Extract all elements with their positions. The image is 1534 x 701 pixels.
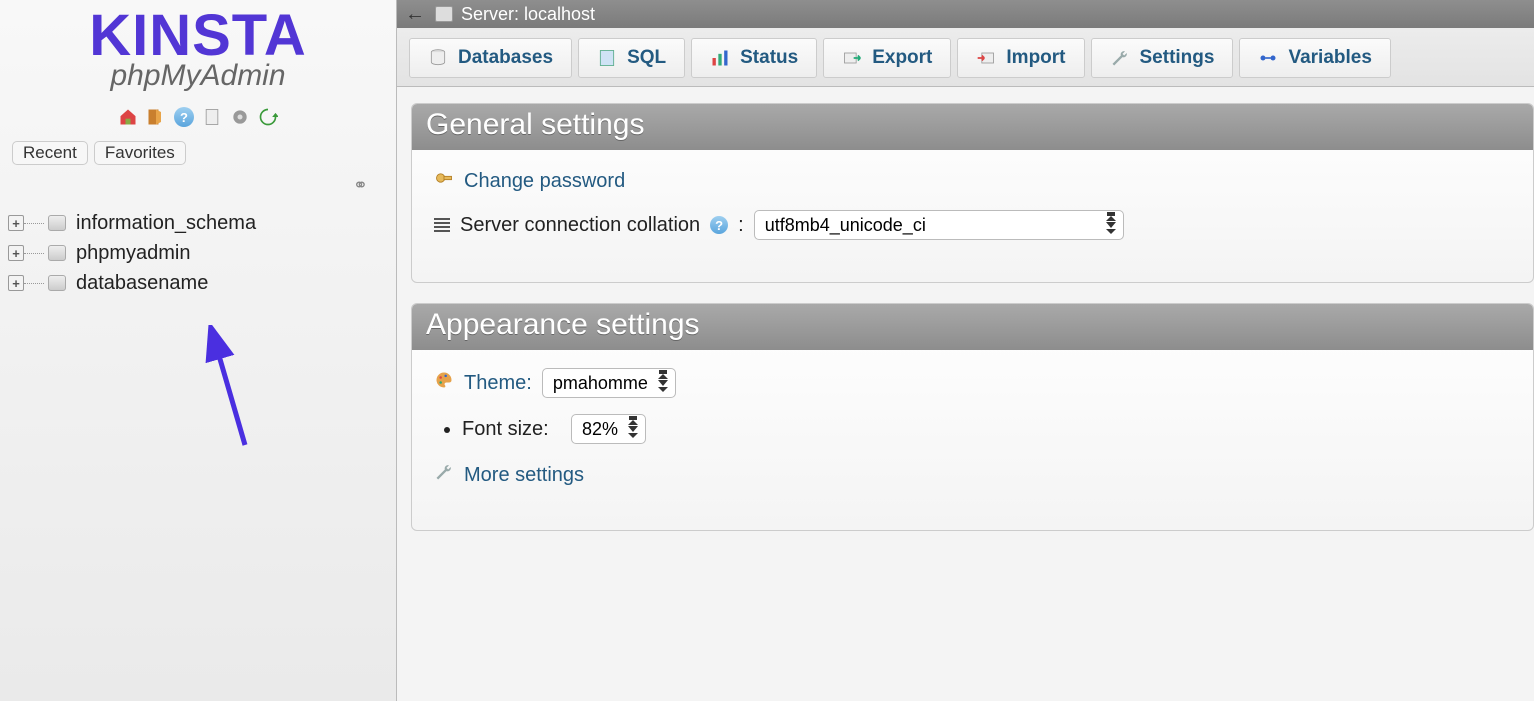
- expand-icon[interactable]: +: [8, 215, 24, 231]
- exit-icon[interactable]: [146, 107, 166, 127]
- database-icon: [48, 275, 66, 291]
- help-icon[interactable]: ?: [174, 107, 194, 127]
- tab-favorites[interactable]: Favorites: [94, 141, 186, 165]
- sidebar: KINSTA phpMyAdmin ? Recent Favorites ⚭ +…: [0, 0, 397, 701]
- annotation-arrow-icon: [195, 325, 265, 465]
- db-label[interactable]: phpmyadmin: [76, 242, 191, 265]
- sql-icon: [597, 48, 617, 68]
- import-icon: [976, 48, 996, 68]
- expand-icon[interactable]: +: [8, 275, 24, 291]
- back-button[interactable]: ←: [403, 4, 427, 24]
- link-icon[interactable]: ⚭: [353, 175, 368, 196]
- db-label[interactable]: information_schema: [76, 212, 256, 235]
- tab-sql[interactable]: SQL: [578, 38, 685, 78]
- topbar: ← Server: localhost: [397, 0, 1534, 28]
- tab-recent[interactable]: Recent: [12, 141, 88, 165]
- tab-export[interactable]: Export: [823, 38, 951, 78]
- main-area: ← Server: localhost Databases SQL Status…: [397, 0, 1534, 701]
- tab-variables[interactable]: Variables: [1239, 38, 1390, 78]
- wrench-icon: [1110, 48, 1130, 68]
- change-password-link[interactable]: Change password: [464, 170, 625, 193]
- logo: KINSTA phpMyAdmin: [0, 0, 396, 97]
- wrench-icon: [434, 462, 454, 488]
- database-icon: [428, 48, 448, 68]
- sidebar-quick-icons: ?: [0, 107, 396, 127]
- font-size-row: Font size: 82%: [462, 414, 1511, 444]
- tab-status[interactable]: Status: [691, 38, 817, 78]
- reload-icon[interactable]: [258, 107, 278, 127]
- sidebar-tabs: Recent Favorites: [0, 137, 396, 173]
- db-node[interactable]: + information_schema: [8, 208, 388, 238]
- db-node[interactable]: + databasename: [8, 268, 388, 298]
- list-icon: [434, 218, 450, 232]
- expand-icon[interactable]: +: [8, 245, 24, 261]
- home-icon[interactable]: [118, 107, 138, 127]
- font-size-label: Font size:: [462, 418, 549, 440]
- panel-title: General settings: [412, 104, 1533, 150]
- variables-icon: [1258, 48, 1278, 68]
- database-icon: [48, 245, 66, 261]
- help-icon[interactable]: ?: [710, 216, 728, 234]
- brand-subtitle: phpMyAdmin: [0, 59, 396, 93]
- server-icon: [435, 6, 453, 22]
- breadcrumb[interactable]: Server: localhost: [461, 4, 595, 25]
- export-icon: [842, 48, 862, 68]
- more-settings-link[interactable]: More settings: [464, 464, 584, 487]
- collation-label: Server connection collation: [460, 214, 700, 237]
- general-settings-panel: General settings Change password Server …: [411, 103, 1534, 283]
- panel-title: Appearance settings: [412, 304, 1533, 350]
- brand-name: KINSTA: [0, 8, 396, 63]
- gear-icon[interactable]: [230, 107, 250, 127]
- db-label[interactable]: databasename: [76, 272, 208, 295]
- status-icon: [710, 48, 730, 68]
- content: General settings Change password Server …: [397, 87, 1534, 551]
- db-node[interactable]: + phpmyadmin: [8, 238, 388, 268]
- database-icon: [48, 215, 66, 231]
- theme-select[interactable]: pmahomme: [542, 368, 676, 398]
- tab-import[interactable]: Import: [957, 38, 1084, 78]
- lock-key-icon: [434, 168, 454, 194]
- tab-databases[interactable]: Databases: [409, 38, 572, 78]
- database-tree: + information_schema + phpmyadmin + data…: [0, 204, 396, 298]
- font-size-select[interactable]: 82%: [571, 414, 646, 444]
- theme-label[interactable]: Theme:: [464, 372, 532, 395]
- appearance-settings-panel: Appearance settings Theme: pmahomme Font…: [411, 303, 1534, 531]
- docs-icon[interactable]: [202, 107, 222, 127]
- palette-icon: [434, 370, 454, 396]
- main-tabs: Databases SQL Status Export Import Setti…: [397, 28, 1534, 87]
- tab-settings[interactable]: Settings: [1091, 38, 1234, 78]
- collation-select[interactable]: utf8mb4_unicode_ci: [754, 210, 1124, 240]
